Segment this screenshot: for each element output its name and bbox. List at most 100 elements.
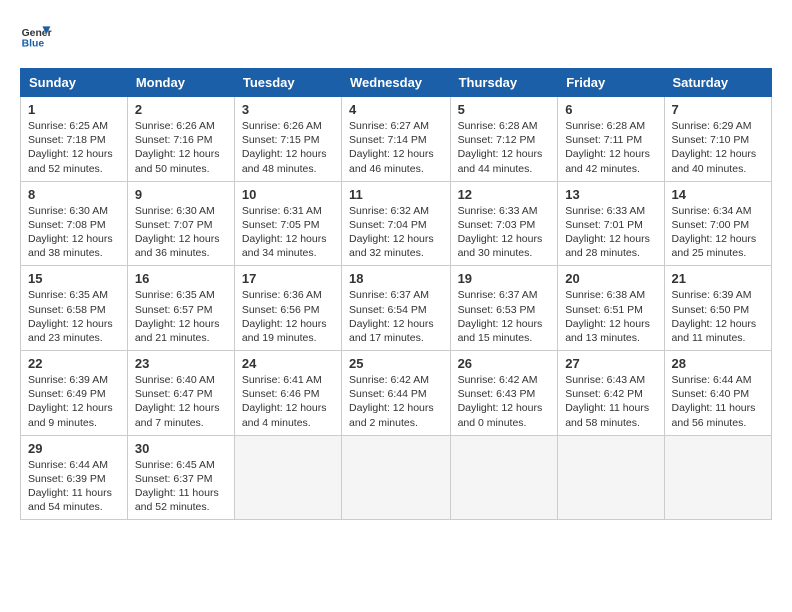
day-info: Sunrise: 6:44 AM Sunset: 6:40 PM Dayligh… — [672, 373, 764, 430]
calendar-header-saturday: Saturday — [664, 69, 771, 97]
calendar-header-monday: Monday — [127, 69, 234, 97]
day-info: Sunrise: 6:28 AM Sunset: 7:12 PM Dayligh… — [458, 119, 551, 176]
day-info: Sunrise: 6:38 AM Sunset: 6:51 PM Dayligh… — [565, 288, 656, 345]
calendar-cell: 17 Sunrise: 6:36 AM Sunset: 6:56 PM Dayli… — [234, 266, 341, 351]
day-number: 8 — [28, 187, 120, 202]
day-info: Sunrise: 6:42 AM Sunset: 6:44 PM Dayligh… — [349, 373, 443, 430]
day-number: 5 — [458, 102, 551, 117]
calendar-cell — [664, 435, 771, 520]
day-number: 15 — [28, 271, 120, 286]
calendar-cell: 8 Sunrise: 6:30 AM Sunset: 7:08 PM Daylig… — [21, 181, 128, 266]
svg-text:Blue: Blue — [22, 38, 45, 49]
calendar-cell: 27Sunrise: 6:43 AM Sunset: 6:42 PM Dayli… — [558, 351, 664, 436]
day-number: 29 — [28, 441, 120, 456]
day-info: Sunrise: 6:31 AM Sunset: 7:05 PM Dayligh… — [242, 204, 334, 261]
day-info: Sunrise: 6:41 AM Sunset: 6:46 PM Dayligh… — [242, 373, 334, 430]
day-number: 26 — [458, 356, 551, 371]
day-number: 19 — [458, 271, 551, 286]
day-number: 9 — [135, 187, 227, 202]
day-info: Sunrise: 6:37 AM Sunset: 6:53 PM Dayligh… — [458, 288, 551, 345]
day-number: 20 — [565, 271, 656, 286]
calendar-header-row: SundayMondayTuesdayWednesdayThursdayFrid… — [21, 69, 772, 97]
day-info: Sunrise: 6:25 AM Sunset: 7:18 PM Dayligh… — [28, 119, 120, 176]
logo: General Blue — [20, 20, 52, 52]
day-number: 7 — [672, 102, 764, 117]
day-number: 13 — [565, 187, 656, 202]
page-header: General Blue — [20, 20, 772, 52]
day-number: 2 — [135, 102, 227, 117]
calendar-cell: 12 Sunrise: 6:33 AM Sunset: 7:03 PM Dayli… — [450, 181, 558, 266]
day-info: Sunrise: 6:35 AM Sunset: 6:57 PM Dayligh… — [135, 288, 227, 345]
day-info: Sunrise: 6:45 AM Sunset: 6:37 PM Dayligh… — [135, 458, 227, 515]
day-info: Sunrise: 6:34 AM Sunset: 7:00 PM Dayligh… — [672, 204, 764, 261]
day-number: 14 — [672, 187, 764, 202]
day-info: Sunrise: 6:42 AM Sunset: 6:43 PM Dayligh… — [458, 373, 551, 430]
calendar-cell: 5 Sunrise: 6:28 AM Sunset: 7:12 PM Daylig… — [450, 97, 558, 182]
calendar-cell: 18 Sunrise: 6:37 AM Sunset: 6:54 PM Dayli… — [342, 266, 451, 351]
day-number: 22 — [28, 356, 120, 371]
calendar-cell — [234, 435, 341, 520]
day-number: 1 — [28, 102, 120, 117]
day-number: 3 — [242, 102, 334, 117]
calendar-cell: 1 Sunrise: 6:25 AM Sunset: 7:18 PM Daylig… — [21, 97, 128, 182]
day-number: 4 — [349, 102, 443, 117]
calendar-header-tuesday: Tuesday — [234, 69, 341, 97]
day-info: Sunrise: 6:36 AM Sunset: 6:56 PM Dayligh… — [242, 288, 334, 345]
calendar-cell: 22 Sunrise: 6:39 AM Sunset: 6:49 PM Dayli… — [21, 351, 128, 436]
calendar-week-5: 29 Sunrise: 6:44 AM Sunset: 6:39 PM Dayli… — [21, 435, 772, 520]
calendar-header-friday: Friday — [558, 69, 664, 97]
calendar-cell: 19 Sunrise: 6:37 AM Sunset: 6:53 PM Dayli… — [450, 266, 558, 351]
day-number: 23 — [135, 356, 227, 371]
day-info: Sunrise: 6:40 AM Sunset: 6:47 PM Dayligh… — [135, 373, 227, 430]
day-info: Sunrise: 6:30 AM Sunset: 7:08 PM Dayligh… — [28, 204, 120, 261]
calendar-cell: 26 Sunrise: 6:42 AM Sunset: 6:43 PM Dayli… — [450, 351, 558, 436]
calendar-cell: 28Sunrise: 6:44 AM Sunset: 6:40 PM Dayli… — [664, 351, 771, 436]
day-info: Sunrise: 6:33 AM Sunset: 7:01 PM Dayligh… — [565, 204, 656, 261]
calendar-cell: 9Sunrise: 6:30 AM Sunset: 7:07 PM Daylig… — [127, 181, 234, 266]
day-info: Sunrise: 6:39 AM Sunset: 6:49 PM Dayligh… — [28, 373, 120, 430]
calendar-cell: 16 Sunrise: 6:35 AM Sunset: 6:57 PM Dayli… — [127, 266, 234, 351]
day-info: Sunrise: 6:35 AM Sunset: 6:58 PM Dayligh… — [28, 288, 120, 345]
day-number: 6 — [565, 102, 656, 117]
day-info: Sunrise: 6:37 AM Sunset: 6:54 PM Dayligh… — [349, 288, 443, 345]
day-number: 10 — [242, 187, 334, 202]
day-number: 16 — [135, 271, 227, 286]
calendar-cell: 14 Sunrise: 6:34 AM Sunset: 7:00 PM Dayli… — [664, 181, 771, 266]
day-info: Sunrise: 6:29 AM Sunset: 7:10 PM Dayligh… — [672, 119, 764, 176]
calendar-cell: 7 Sunrise: 6:29 AM Sunset: 7:10 PM Daylig… — [664, 97, 771, 182]
day-info: Sunrise: 6:44 AM Sunset: 6:39 PM Dayligh… — [28, 458, 120, 515]
calendar-week-4: 22 Sunrise: 6:39 AM Sunset: 6:49 PM Dayli… — [21, 351, 772, 436]
calendar-cell: 20 Sunrise: 6:38 AM Sunset: 6:51 PM Dayli… — [558, 266, 664, 351]
calendar-cell: 30Sunrise: 6:45 AM Sunset: 6:37 PM Dayli… — [127, 435, 234, 520]
calendar-cell — [342, 435, 451, 520]
calendar-cell: 4 Sunrise: 6:27 AM Sunset: 7:14 PM Daylig… — [342, 97, 451, 182]
day-info: Sunrise: 6:39 AM Sunset: 6:50 PM Dayligh… — [672, 288, 764, 345]
calendar-cell: 11 Sunrise: 6:32 AM Sunset: 7:04 PM Dayli… — [342, 181, 451, 266]
calendar-cell: 6 Sunrise: 6:28 AM Sunset: 7:11 PM Daylig… — [558, 97, 664, 182]
calendar-cell: 10 Sunrise: 6:31 AM Sunset: 7:05 PM Dayli… — [234, 181, 341, 266]
calendar-cell: 2 Sunrise: 6:26 AM Sunset: 7:16 PM Daylig… — [127, 97, 234, 182]
calendar-cell — [450, 435, 558, 520]
day-info: Sunrise: 6:33 AM Sunset: 7:03 PM Dayligh… — [458, 204, 551, 261]
day-info: Sunrise: 6:43 AM Sunset: 6:42 PM Dayligh… — [565, 373, 656, 430]
day-number: 12 — [458, 187, 551, 202]
logo-icon: General Blue — [20, 20, 52, 52]
day-number: 18 — [349, 271, 443, 286]
day-info: Sunrise: 6:28 AM Sunset: 7:11 PM Dayligh… — [565, 119, 656, 176]
day-number: 11 — [349, 187, 443, 202]
day-info: Sunrise: 6:32 AM Sunset: 7:04 PM Dayligh… — [349, 204, 443, 261]
calendar-cell: 29 Sunrise: 6:44 AM Sunset: 6:39 PM Dayli… — [21, 435, 128, 520]
day-info: Sunrise: 6:27 AM Sunset: 7:14 PM Dayligh… — [349, 119, 443, 176]
calendar-week-1: 1 Sunrise: 6:25 AM Sunset: 7:18 PM Daylig… — [21, 97, 772, 182]
calendar-table: SundayMondayTuesdayWednesdayThursdayFrid… — [20, 68, 772, 520]
calendar-cell: 23 Sunrise: 6:40 AM Sunset: 6:47 PM Dayli… — [127, 351, 234, 436]
day-info: Sunrise: 6:26 AM Sunset: 7:16 PM Dayligh… — [135, 119, 227, 176]
calendar-week-2: 8 Sunrise: 6:30 AM Sunset: 7:08 PM Daylig… — [21, 181, 772, 266]
calendar-header-thursday: Thursday — [450, 69, 558, 97]
calendar-cell: 25Sunrise: 6:42 AM Sunset: 6:44 PM Dayli… — [342, 351, 451, 436]
day-number: 17 — [242, 271, 334, 286]
calendar-cell: 15 Sunrise: 6:35 AM Sunset: 6:58 PM Dayli… — [21, 266, 128, 351]
calendar-cell: 24 Sunrise: 6:41 AM Sunset: 6:46 PM Dayli… — [234, 351, 341, 436]
calendar-week-3: 15 Sunrise: 6:35 AM Sunset: 6:58 PM Dayli… — [21, 266, 772, 351]
day-number: 24 — [242, 356, 334, 371]
